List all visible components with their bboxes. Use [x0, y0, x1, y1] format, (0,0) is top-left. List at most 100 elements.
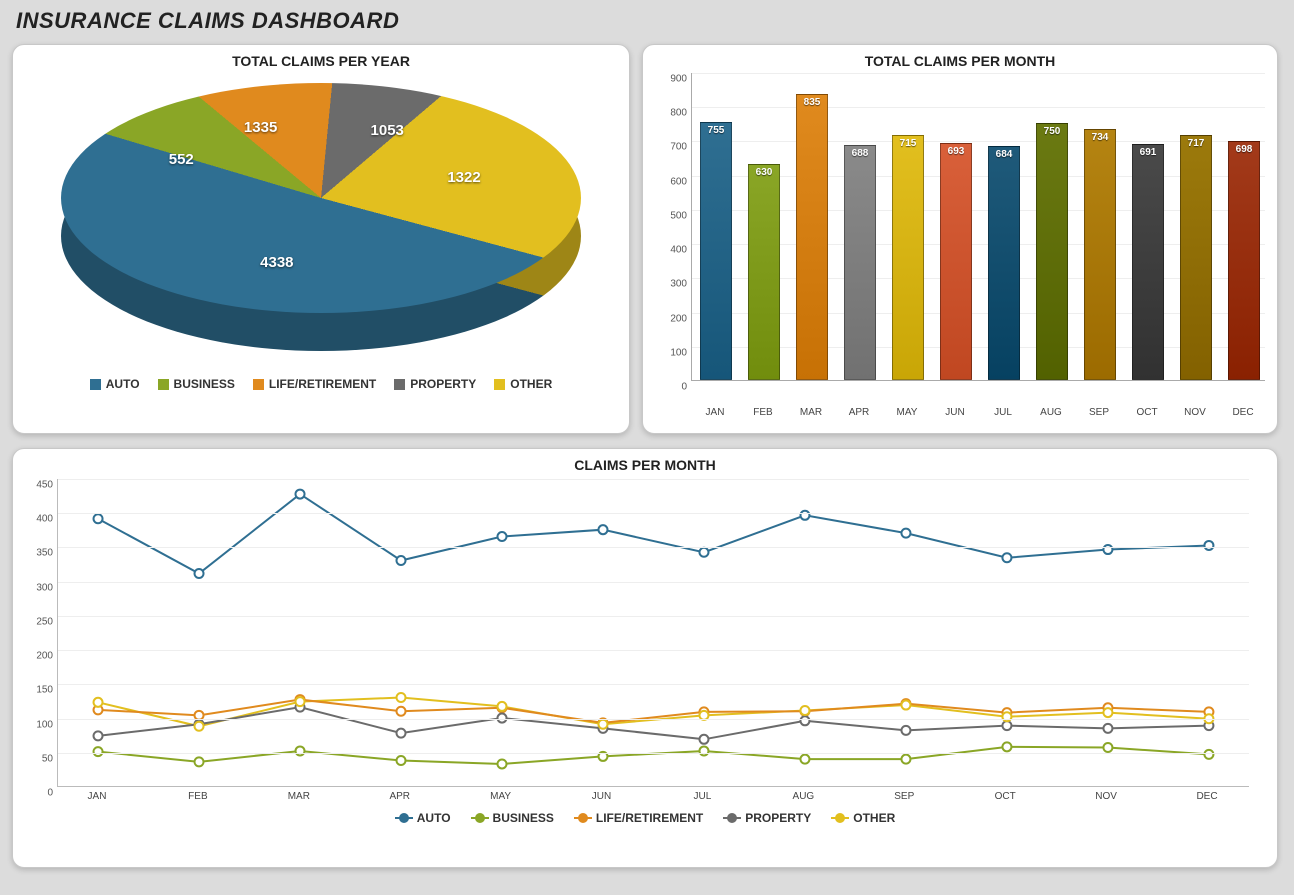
line-xlabel: MAR [288, 787, 310, 802]
legend-label: LIFE/RETIREMENT [596, 811, 703, 825]
legend-label: BUSINESS [493, 811, 554, 825]
line-point [598, 720, 607, 729]
bar-ytick: 200 [651, 313, 687, 324]
line-point [901, 529, 910, 538]
bar-rect: 755 [700, 122, 732, 380]
bar-title: TOTAL CLAIMS PER MONTH [643, 53, 1277, 69]
legend-item: PROPERTY [394, 377, 476, 391]
line-chart: 050100150200250300350400450 JANFEBMARAPR… [57, 479, 1249, 809]
line-point [1002, 742, 1011, 751]
line-ytick: 450 [19, 480, 53, 491]
line-ytick: 350 [19, 548, 53, 559]
bar-rect: 630 [748, 164, 780, 380]
line-point [94, 698, 103, 707]
line-xlabel: APR [389, 787, 410, 802]
bar-rect: 693 [940, 143, 972, 380]
bar-ytick: 600 [651, 176, 687, 187]
legend-label: OTHER [853, 811, 895, 825]
legend-item: AUTO [90, 377, 140, 391]
line-point [497, 759, 506, 768]
line-xlabel: SEP [894, 787, 914, 802]
bar-xlabel: APR [835, 403, 883, 418]
line-point [94, 731, 103, 740]
bar-ytick: 100 [651, 347, 687, 358]
line-xlabel: OCT [995, 787, 1016, 802]
pie-slice-label: 1053 [371, 122, 404, 139]
bar-rect: 698 [1228, 141, 1260, 380]
bar-ytick: 800 [651, 108, 687, 119]
legend-item: BUSINESS [158, 377, 235, 391]
bar-value-label: 755 [701, 125, 731, 136]
bar-rect: 691 [1132, 144, 1164, 380]
bar-rect: 835 [796, 94, 828, 380]
line-series [98, 747, 1209, 764]
line-point [396, 729, 405, 738]
line-title: CLAIMS PER MONTH [13, 457, 1277, 473]
line-point [1002, 553, 1011, 562]
bar-ytick: 300 [651, 279, 687, 290]
legend-item: LIFE/RETIREMENT [253, 377, 376, 391]
line-point [1103, 545, 1112, 554]
legend-marker [471, 817, 489, 819]
legend-swatch [394, 379, 405, 390]
bar-rect: 715 [892, 135, 924, 380]
line-xlabel: AUG [793, 787, 815, 802]
line-point [94, 747, 103, 756]
pie-slice-label: 1335 [244, 119, 277, 136]
bar-xlabel: MAY [883, 403, 931, 418]
bar-value-label: 691 [1133, 147, 1163, 158]
bar-rect: 717 [1180, 135, 1212, 380]
bar-ytick: 900 [651, 74, 687, 85]
legend-item: LIFE/RETIREMENT [574, 811, 703, 825]
bar-xlabel: JUL [979, 403, 1027, 418]
bar-xlabel: FEB [739, 403, 787, 418]
line-point [497, 702, 506, 711]
panel-bar: TOTAL CLAIMS PER MONTH 01002003004005006… [642, 44, 1278, 434]
legend-marker [574, 817, 592, 819]
pie-slice-label: 4338 [260, 254, 293, 271]
line-point [1103, 708, 1112, 717]
line-point [195, 722, 204, 731]
line-series [98, 494, 1209, 573]
line-point [195, 757, 204, 766]
line-point [296, 490, 305, 499]
line-xlabel: JUL [694, 787, 712, 802]
line-point [296, 746, 305, 755]
legend-label: PROPERTY [410, 377, 476, 391]
line-point [497, 532, 506, 541]
line-point [1002, 712, 1011, 721]
line-point [901, 755, 910, 764]
legend-label: BUSINESS [174, 377, 235, 391]
line-point [396, 707, 405, 716]
legend-label: OTHER [510, 377, 552, 391]
bar-xlabel: JUN [931, 403, 979, 418]
legend-label: LIFE/RETIREMENT [269, 377, 376, 391]
legend-label: AUTO [106, 377, 140, 391]
pie-title: TOTAL CLAIMS PER YEAR [13, 53, 629, 69]
line-ytick: 200 [19, 651, 53, 662]
bar-value-label: 717 [1181, 138, 1211, 149]
pie-chart: 4338552133510531322 [41, 73, 601, 373]
line-point [1103, 743, 1112, 752]
legend-item: OTHER [831, 811, 895, 825]
line-point [195, 569, 204, 578]
legend-item: AUTO [395, 811, 451, 825]
legend-marker [831, 817, 849, 819]
bar-xlabel: MAR [787, 403, 835, 418]
line-point [396, 756, 405, 765]
line-xlabel: JAN [88, 787, 107, 802]
line-ytick: 300 [19, 582, 53, 593]
legend-swatch [90, 379, 101, 390]
bar-ytick: 500 [651, 210, 687, 221]
line-ytick: 100 [19, 719, 53, 730]
bar-value-label: 698 [1229, 144, 1259, 155]
pie-slice-label: 1322 [447, 169, 480, 186]
line-point [94, 514, 103, 523]
bar-xlabel: AUG [1027, 403, 1075, 418]
line-point [1103, 724, 1112, 733]
line-point [800, 706, 809, 715]
bar-value-label: 693 [941, 146, 971, 157]
bar-xlabel: SEP [1075, 403, 1123, 418]
pie-legend: AUTO BUSINESS LIFE/RETIREMENT PROPERTY OTHER [13, 377, 629, 391]
line-point [396, 556, 405, 565]
